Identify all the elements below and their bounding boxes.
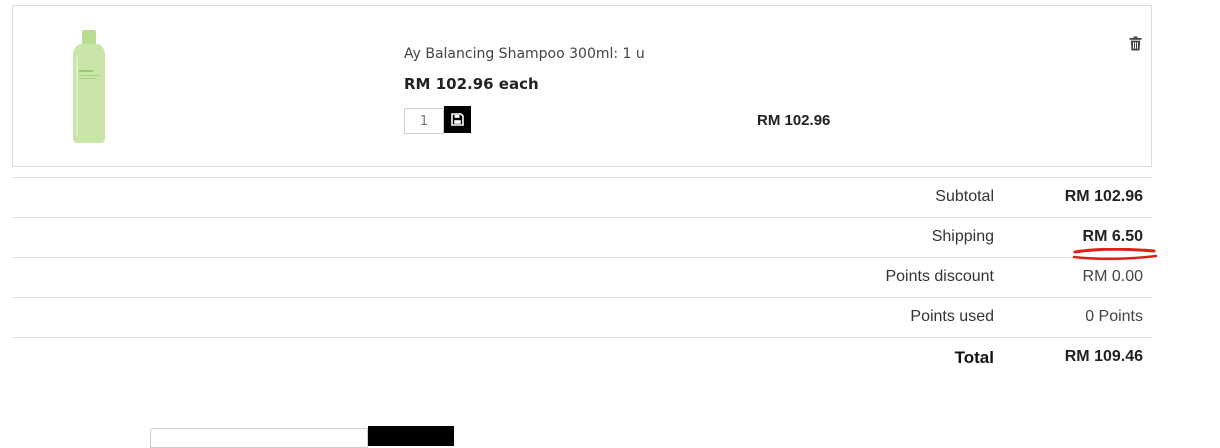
red-underline-annotation [1072,248,1158,261]
product-name[interactable]: Ay Balancing Shampoo 300ml: 1 u [404,46,645,62]
points-used-label: Points used [910,308,994,325]
points-used-value: 0 Points [1085,308,1143,325]
trash-icon [1129,36,1141,51]
product-image[interactable] [69,30,109,144]
points-discount-label: Points discount [885,268,994,285]
order-totals: Subtotal RM 102.96 Shipping RM 6.50 Poin… [12,177,1152,377]
points-discount-row: Points discount RM 0.00 [12,257,1152,297]
cart-item: Ay Balancing Shampoo 300ml: 1 u RM 102.9… [12,5,1152,167]
unit-price: RM 102.96 each [404,75,539,93]
shipping-value: RM 6.50 [1082,228,1143,245]
total-value: RM 109.46 [1064,348,1143,365]
total-row: Total RM 109.46 [12,337,1152,377]
floppy-disk-icon [451,113,464,126]
points-discount-value: RM 0.00 [1082,268,1143,285]
shipping-row: Shipping RM 6.50 [12,217,1152,257]
subtotal-label: Subtotal [935,188,994,205]
update-quantity-button[interactable] [444,106,471,133]
shipping-label: Shipping [931,228,994,245]
subtotal-row: Subtotal RM 102.96 [12,177,1152,217]
total-label: Total [954,348,994,367]
subtotal-value: RM 102.96 [1064,188,1143,205]
quantity-input[interactable] [404,108,444,134]
coupon-input[interactable] [150,428,368,448]
points-used-row: Points used 0 Points [12,297,1152,337]
apply-button[interactable] [368,426,454,446]
remove-item-button[interactable] [1127,36,1143,54]
line-total: RM 102.96 [757,112,831,129]
